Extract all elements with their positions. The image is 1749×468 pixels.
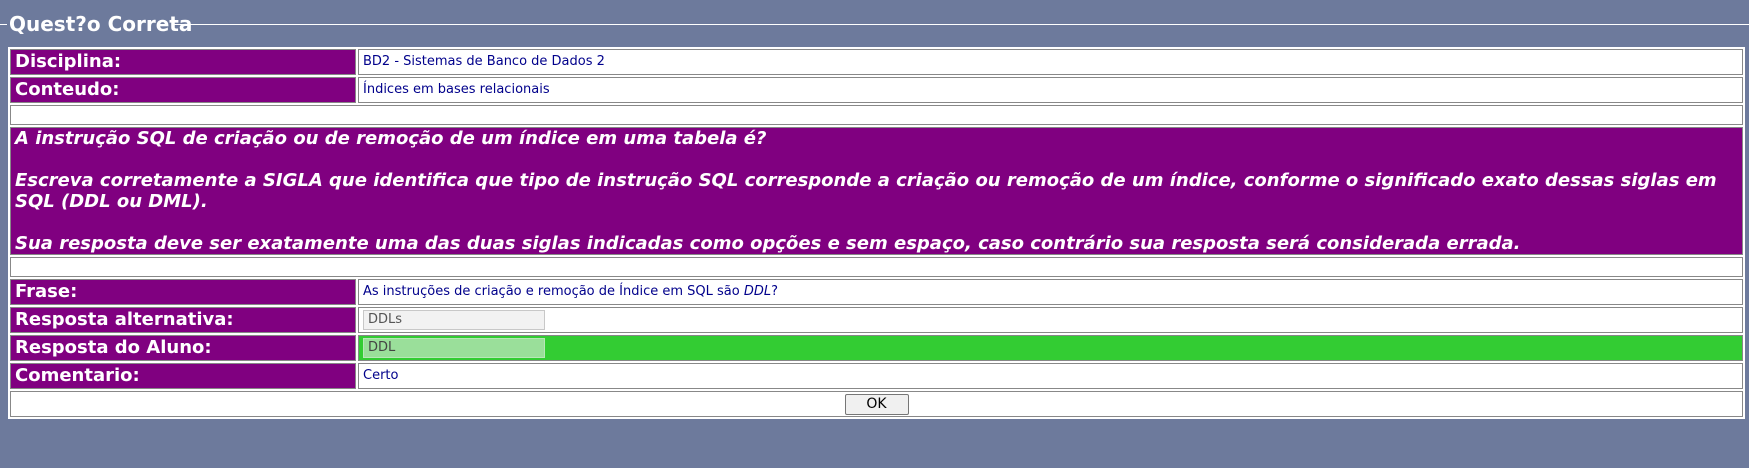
conteudo-row: Conteudo: Índices em bases relacionais (10, 77, 1743, 103)
spacer-cell-2 (10, 257, 1743, 277)
fieldset-legend: Quest?o Correta (9, 12, 193, 36)
frase-suffix: ? (771, 284, 779, 299)
spacer-row (10, 105, 1743, 125)
frase-text: As instruções de criação e remoção de Ín… (363, 284, 744, 299)
conteudo-label: Conteudo: (10, 77, 356, 103)
resposta-aluno-cell: DDL (358, 335, 1743, 361)
resposta-aluno-field[interactable]: DDL (363, 337, 545, 358)
comentario-value: Certo (358, 363, 1743, 389)
resposta-aluno-row: Resposta do Aluno: DDL (10, 335, 1743, 361)
resposta-alternativa-field[interactable]: DDLs (363, 309, 545, 330)
fieldset-border-right (174, 24, 1749, 25)
button-row: OK (10, 391, 1743, 417)
resposta-aluno-label: Resposta do Aluno: (10, 335, 356, 361)
question-text: A instrução SQL de criação ou de remoção… (10, 127, 1743, 255)
fieldset-border-left (0, 24, 7, 25)
comentario-label: Comentario: (10, 363, 356, 389)
spacer-cell (10, 105, 1743, 125)
button-cell: OK (10, 391, 1743, 417)
disciplina-value: BD2 - Sistemas de Banco de Dados 2 (358, 49, 1743, 75)
question-line-1: A instrução SQL de criação ou de remoção… (15, 128, 767, 149)
resposta-alternativa-row: Resposta alternativa: DDLs (10, 307, 1743, 333)
frase-label: Frase: (10, 279, 356, 305)
conteudo-value: Índices em bases relacionais (358, 77, 1743, 103)
frase-row: Frase: As instruções de criação e remoçã… (10, 279, 1743, 305)
question-line-3: Sua resposta deve ser exatamente uma das… (15, 233, 1521, 254)
question-table: Disciplina: BD2 - Sistemas de Banco de D… (8, 47, 1745, 419)
disciplina-row: Disciplina: BD2 - Sistemas de Banco de D… (10, 49, 1743, 75)
comentario-row: Comentario: Certo (10, 363, 1743, 389)
frase-value: As instruções de criação e remoção de Ín… (358, 279, 1743, 305)
resposta-alternativa-label: Resposta alternativa: (10, 307, 356, 333)
question-row: A instrução SQL de criação ou de remoção… (10, 127, 1743, 255)
resposta-alternativa-cell: DDLs (358, 307, 1743, 333)
ok-button[interactable]: OK (844, 393, 909, 415)
question-line-2: Escreva corretamente a SIGLA que identif… (15, 170, 1717, 212)
disciplina-label: Disciplina: (10, 49, 356, 75)
frase-emphasis: DDL (743, 284, 772, 299)
spacer-row-2 (10, 257, 1743, 277)
question-fieldset: Quest?o Correta Disciplina: BD2 - Sistem… (0, 0, 1749, 468)
